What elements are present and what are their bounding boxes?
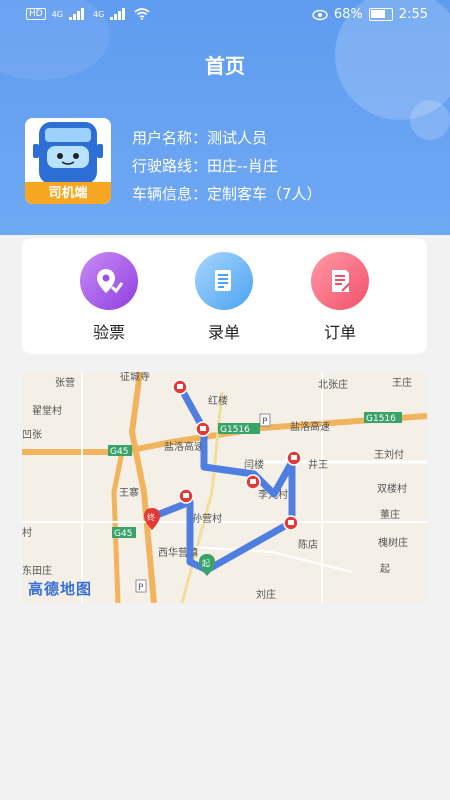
map-place: 征城寺 — [120, 372, 150, 383]
orders-label: 订单 — [323, 323, 356, 342]
check-ticket-label: 验票 — [92, 323, 125, 342]
eye-icon — [312, 9, 328, 20]
map-place: 刘庄 — [256, 588, 276, 601]
map-road-label: G1516 — [366, 414, 396, 424]
route-map[interactable]: 张营 征城寺 北张庄 王庄 翟堂村 红楼 G1516 G1516 盐洛高速 盐洛… — [22, 372, 427, 603]
battery-icon — [368, 8, 393, 21]
map-place: 张营 — [55, 376, 75, 389]
map-place: 董庄 — [380, 508, 400, 521]
route-line — [150, 388, 296, 574]
map-place: 孙营村 — [192, 512, 222, 525]
avatar-caption: 司机端 — [48, 186, 88, 201]
record-order-button[interactable]: 录单 — [184, 252, 264, 343]
vehicle-info: 车辆信息：定制客车（7人） — [132, 185, 322, 203]
network-label: 4G — [51, 9, 63, 19]
map-place: 红楼 — [208, 394, 228, 407]
network-label: 4G — [93, 9, 105, 19]
decorative-bubble — [410, 100, 450, 140]
order-sheet-icon — [311, 252, 369, 310]
map-place: 井王 — [308, 458, 328, 471]
driver-info: 用户名称：测试人员 行驶路线：田庄--肖庄 车辆信息：定制客车（7人） — [132, 124, 322, 208]
bus-stop-marker[interactable] — [245, 474, 261, 490]
map-place: 槐树庄 — [378, 536, 408, 549]
user-name: 用户名称：测试人员 — [132, 129, 268, 147]
signal-icon — [110, 8, 128, 20]
map-road-label: G45 — [114, 529, 132, 539]
bus-stop-marker[interactable] — [286, 450, 302, 466]
bus-stop-marker[interactable] — [195, 421, 211, 437]
location-check-icon — [80, 252, 138, 310]
map-place: 闫楼 — [244, 458, 264, 471]
wifi-icon — [134, 8, 150, 20]
map-road-label: 盐洛高速 — [290, 420, 330, 433]
map-place: 王庄 — [392, 376, 412, 389]
map-place: 翟堂村 — [32, 404, 62, 417]
map-road-label: G1516 — [220, 425, 250, 435]
map-place: 王寨 — [119, 486, 139, 499]
signal-icon — [69, 8, 87, 20]
clock: 2:55 — [398, 7, 428, 22]
start-marker-label: 起 — [202, 559, 210, 568]
route-info: 行驶路线：田庄--肖庄 — [132, 157, 278, 175]
map-place: 北张庄 — [318, 378, 348, 391]
svg-text:P: P — [262, 417, 268, 427]
bus-stop-marker[interactable] — [283, 515, 299, 531]
battery-percent: 68% — [333, 7, 363, 22]
check-ticket-button[interactable]: 验票 — [69, 252, 149, 343]
map-road-label: 盐洛高速 — [164, 440, 204, 453]
map-place: 起 — [380, 563, 390, 575]
map-place: 王刘付 — [374, 448, 404, 461]
page-title: 首页 — [205, 54, 245, 78]
map-place: 双楼村 — [377, 482, 407, 495]
map-canvas: 张营 征城寺 北张庄 王庄 翟堂村 红楼 G1516 G1516 盐洛高速 盐洛… — [22, 372, 427, 603]
map-place: 陈店 — [298, 538, 318, 551]
end-marker-label: 终 — [147, 512, 155, 522]
map-place: 凹张 — [22, 429, 42, 441]
record-order-label: 录单 — [207, 323, 240, 342]
status-bar: HD 4G 4G 68% 2:55 — [0, 0, 450, 32]
orders-button[interactable]: 订单 — [300, 252, 380, 343]
action-card: 验票 录单 订单 — [22, 238, 427, 354]
map-place: 村 — [22, 526, 32, 539]
start-marker[interactable]: 起 — [199, 554, 215, 576]
svg-text:P: P — [138, 583, 144, 593]
document-list-icon — [195, 252, 253, 310]
hd-badge: HD — [26, 8, 46, 20]
bus-stop-marker[interactable] — [178, 488, 194, 504]
header: HD 4G 4G 68% 2:55 首页 司机端 用户名称：测试人员 行驶路线：… — [0, 0, 450, 235]
map-road-label: G45 — [110, 447, 128, 457]
bus-stop-marker[interactable] — [172, 379, 188, 395]
avatar[interactable]: 司机端 — [25, 118, 111, 204]
map-watermark: 高德地图 — [28, 580, 93, 598]
map-place: 东田庄 — [22, 564, 52, 577]
